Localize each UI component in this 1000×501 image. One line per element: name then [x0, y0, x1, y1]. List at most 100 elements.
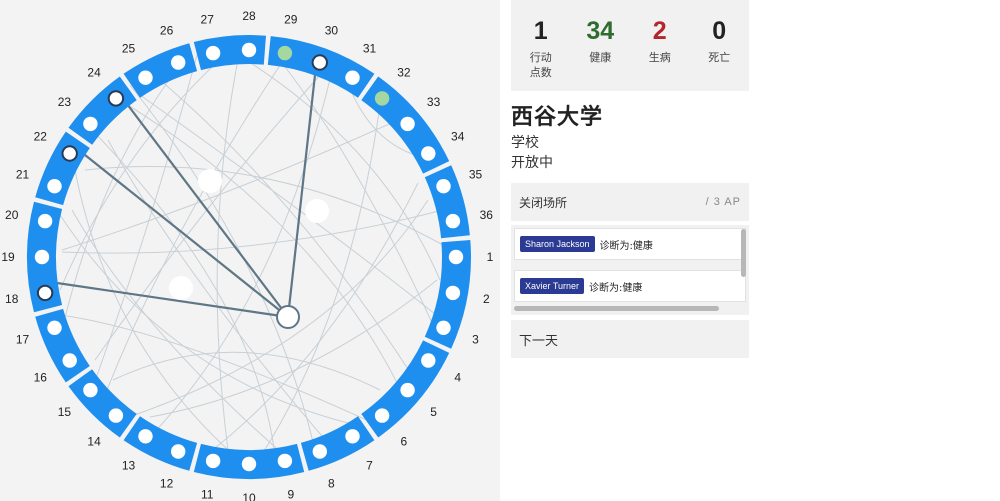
selected-location-hub[interactable]: [276, 305, 300, 329]
location-name: 西谷大学: [511, 105, 604, 130]
next-day-button[interactable]: 下一天: [511, 320, 749, 358]
slot-number-label: 15: [58, 405, 72, 419]
person-slot[interactable]: [107, 90, 125, 107]
person-slot[interactable]: [421, 353, 436, 368]
person-slot[interactable]: [34, 249, 50, 265]
person-slot[interactable]: [36, 284, 54, 302]
action-points-label-line2: 点数: [529, 66, 552, 79]
person-slot[interactable]: [61, 145, 78, 162]
action-points-label-line1: 行动: [529, 51, 552, 64]
slot-number-label: 19: [1, 250, 15, 264]
slot-number-label: 16: [34, 371, 48, 385]
sick-label: 生病: [648, 51, 671, 64]
sick-count: 2: [652, 17, 667, 45]
person-slot[interactable]: [205, 45, 221, 61]
person-slot[interactable]: [277, 45, 293, 61]
slot-number-label: 36: [480, 208, 494, 222]
slot-number-label: 12: [160, 477, 174, 491]
person-name-chip[interactable]: Sharon Jackson: [520, 236, 595, 252]
person-slot[interactable]: [345, 429, 360, 444]
person-slot[interactable]: [345, 70, 360, 85]
person-row[interactable]: Xavier Turner 诊断为: 健康: [514, 270, 746, 302]
person-slot[interactable]: [374, 91, 390, 106]
slot-number-label: 27: [201, 13, 215, 27]
person-slot[interactable]: [205, 453, 221, 469]
person-slot[interactable]: [171, 55, 186, 70]
person-slot[interactable]: [241, 42, 257, 58]
slot-number-label: 2: [483, 292, 490, 306]
person-slot[interactable]: [108, 408, 124, 423]
slot-number-label: 1: [487, 250, 494, 264]
connection-line: [256, 104, 381, 463]
dead-count: 0: [712, 17, 727, 45]
connection-line: [61, 119, 399, 251]
slot-number-label: 21: [16, 168, 30, 182]
diagnosis-value: 健康: [622, 282, 643, 294]
slot-number-label: 24: [87, 65, 101, 79]
action-points-stat: 1 行动 点数: [511, 0, 571, 91]
location-status: 开放中: [511, 155, 553, 171]
active-link-line: [286, 65, 318, 318]
slot-number-label: 3: [472, 332, 479, 346]
person-slot[interactable]: [311, 54, 328, 71]
diagnosis-value: 健康: [632, 240, 653, 252]
person-slot[interactable]: [436, 179, 451, 194]
person-name-chip[interactable]: Xavier Turner: [520, 278, 585, 294]
slot-number-label: 29: [284, 13, 298, 27]
people-list: Sharon Jackson 诊断为: 健康 Xavier Turner 诊断为…: [511, 225, 749, 315]
person-slot[interactable]: [241, 456, 257, 472]
slot-number-label: 31: [363, 41, 377, 55]
connection-line: [216, 48, 241, 466]
person-slot[interactable]: [47, 179, 62, 194]
action-cost: / 3 AP: [705, 196, 741, 208]
horizontal-scrollbar[interactable]: [514, 306, 719, 311]
diagnosis-label: 诊断为:: [589, 282, 623, 294]
person-slot[interactable]: [400, 382, 415, 398]
healthy-stat: 34 健康: [571, 0, 631, 91]
slot-number-label: 25: [122, 41, 136, 55]
slot-number-label: 13: [122, 459, 136, 473]
slot-number-label: 34: [451, 130, 465, 144]
person-slot[interactable]: [436, 320, 451, 335]
connection-line: [119, 199, 429, 421]
person-slot[interactable]: [83, 116, 98, 132]
slot-number-label: 18: [5, 292, 19, 306]
info-panel: 1 行动 点数 34 健康 2 生病 0 死亡 西谷大学 学校 开放中 关闭场所…: [511, 0, 749, 358]
location-segment[interactable]: [68, 369, 137, 438]
person-slot[interactable]: [277, 453, 293, 469]
connection-line: [84, 166, 444, 246]
sick-stat: 2 生病: [630, 0, 690, 91]
person-slot[interactable]: [448, 249, 464, 265]
vertical-scrollbar[interactable]: [741, 229, 746, 277]
person-slot[interactable]: [445, 213, 461, 229]
next-day-label: 下一天: [519, 333, 559, 349]
close-location-button[interactable]: 关闭场所 / 3 AP: [511, 183, 749, 221]
person-slot[interactable]: [138, 429, 153, 444]
connection-line: [119, 99, 411, 411]
person-slot[interactable]: [374, 408, 390, 423]
person-slot[interactable]: [400, 116, 415, 132]
slot-number-label: 9: [287, 487, 294, 501]
person-row[interactable]: Sharon Jackson 诊断为: 健康: [514, 228, 746, 260]
dead-stat: 0 死亡: [690, 0, 750, 91]
person-slot[interactable]: [445, 285, 461, 301]
slot-number-label: 23: [58, 95, 72, 109]
slot-number-label: 32: [397, 65, 411, 79]
slot-number-label: 28: [242, 9, 256, 23]
person-slot[interactable]: [83, 382, 98, 398]
building-marker: [305, 199, 329, 223]
person-slot[interactable]: [138, 70, 153, 85]
person-slot[interactable]: [171, 444, 186, 459]
location-segment[interactable]: [68, 76, 137, 145]
person-slot[interactable]: [62, 353, 77, 368]
person-slot[interactable]: [47, 320, 62, 335]
person-slot[interactable]: [37, 213, 53, 229]
action-points-label: 行动 点数: [511, 50, 571, 80]
connection-line: [149, 61, 335, 438]
connection-line: [229, 49, 441, 281]
city-map: 1 2 3 4 5 6 7 8 9 10 11 12 13 14 15 16 17 18 19 20 21 22 23 24 2…: [0, 0, 500, 501]
slot-number-label: 22: [34, 130, 48, 144]
person-slot[interactable]: [421, 146, 436, 161]
location-segment[interactable]: [424, 165, 470, 239]
person-slot[interactable]: [312, 444, 327, 459]
